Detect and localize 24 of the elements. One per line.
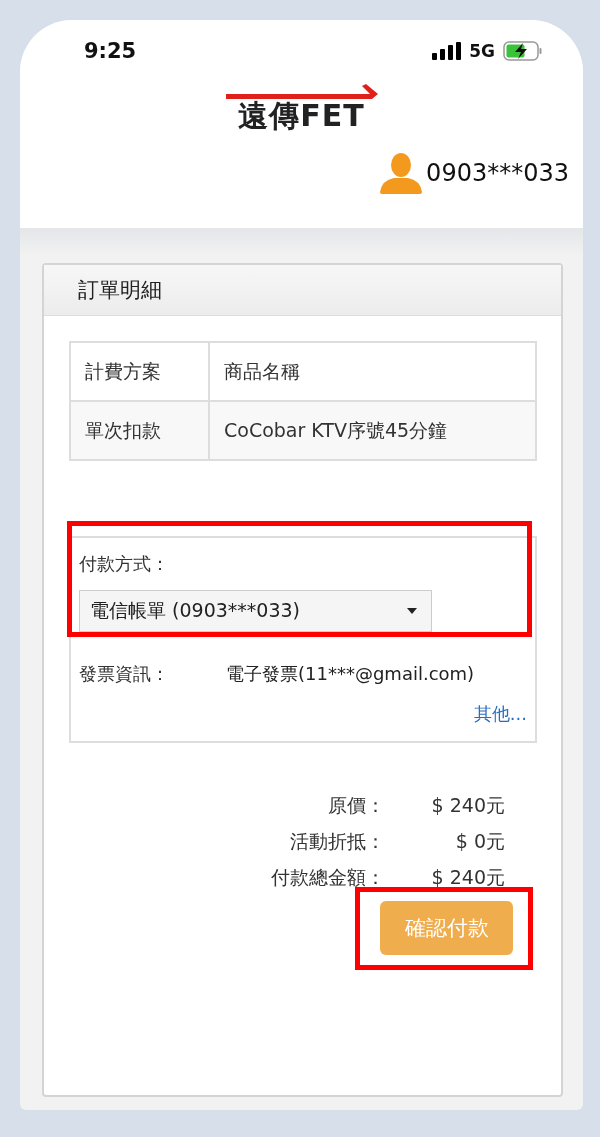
network-type: 5G xyxy=(469,41,495,61)
user-phone-number: 0903***033 xyxy=(426,159,569,187)
total-label: 原價： xyxy=(327,793,385,818)
caret-icon xyxy=(407,608,417,614)
table-cell: CoCobar KTV序號45分鐘 xyxy=(210,402,535,459)
table-header: 計費方案 xyxy=(71,343,210,402)
payment-method-select[interactable]: 電信帳單 (0903***033) xyxy=(79,590,432,632)
invoice-label: 發票資訊： xyxy=(79,662,170,686)
logo: 遠傳FET xyxy=(238,100,365,132)
payment-method-label: 付款方式： xyxy=(79,552,170,576)
total-value: $ 0元 xyxy=(454,829,505,854)
total-label: 活動折抵： xyxy=(289,829,385,854)
clock: 9:25 xyxy=(84,39,137,63)
total-value: $ 240元 xyxy=(430,865,505,890)
card-title: 訂單明細 xyxy=(44,265,561,316)
logo-arrow-icon xyxy=(225,84,378,100)
battery-charging-icon xyxy=(503,41,543,61)
user-icon xyxy=(380,152,423,194)
total-label: 付款總金額： xyxy=(271,865,385,890)
invoice-value: 電子發票(11***@gmail.com) xyxy=(226,662,475,686)
total-value: $ 240元 xyxy=(430,793,505,818)
table-cell: 單次扣款 xyxy=(71,402,210,459)
other-link[interactable]: 其他... xyxy=(79,702,527,726)
signal-icon xyxy=(432,42,462,60)
